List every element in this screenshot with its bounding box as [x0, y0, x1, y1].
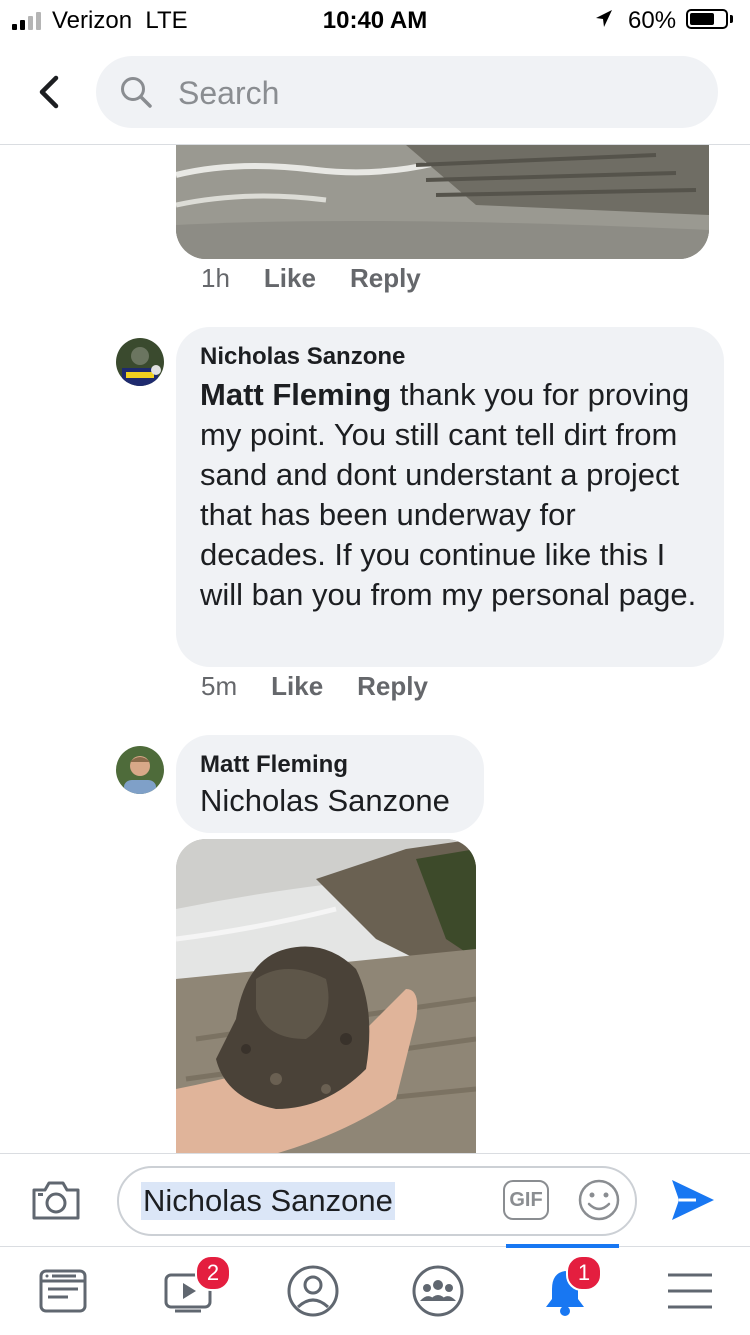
reply-button[interactable]: Reply: [357, 671, 428, 702]
search-bar[interactable]: [96, 56, 718, 128]
send-button[interactable]: [668, 1176, 718, 1224]
camera-button[interactable]: [30, 1178, 82, 1222]
search-header: [0, 40, 750, 145]
send-icon: [672, 1180, 714, 1220]
avatar[interactable]: [116, 338, 164, 386]
gif-button[interactable]: GIF: [503, 1180, 549, 1220]
battery-icon: [686, 9, 728, 29]
battery-tip: [730, 15, 733, 23]
chevron-left-icon: [39, 75, 59, 109]
tab-menu[interactable]: [625, 1247, 750, 1335]
mention-link[interactable]: Matt Fleming: [200, 377, 391, 412]
reply-button[interactable]: Reply: [350, 263, 421, 294]
profile-icon: [287, 1265, 339, 1317]
comment-bubble[interactable]: Matt Fleming Nicholas Sanzone: [176, 735, 484, 833]
status-bar: Verizon LTE 10:40 AM 60%: [0, 0, 750, 40]
comment-composer: Nicholas Sanzone GIF: [0, 1153, 750, 1246]
tab-profile[interactable]: [250, 1247, 375, 1335]
comment-input[interactable]: Nicholas Sanzone GIF: [117, 1166, 637, 1236]
search-icon: [121, 77, 152, 108]
battery-percent: 60%: [628, 7, 677, 34]
comment-time: 1h: [201, 263, 230, 293]
emoji-icon[interactable]: [577, 1178, 621, 1222]
groups-icon: [412, 1265, 464, 1317]
comment-actions: 1h Like Reply: [201, 263, 421, 294]
menu-icon: [668, 1273, 712, 1309]
back-button[interactable]: [30, 70, 70, 114]
tab-watch[interactable]: 2: [125, 1247, 250, 1335]
comment-actions: 5m Like Reply: [201, 671, 428, 702]
camera-icon: [32, 1181, 80, 1220]
location-arrow-icon: [594, 8, 614, 37]
comment-text[interactable]: Nicholas Sanzone: [200, 781, 460, 821]
like-button[interactable]: Like: [264, 263, 316, 294]
tab-notifications[interactable]: 1: [500, 1244, 625, 1335]
bottom-tab-bar: 2 1: [0, 1244, 750, 1335]
watch-badge: 2: [195, 1255, 231, 1291]
like-button[interactable]: Like: [271, 671, 323, 702]
comment-text: Matt Fleming thank you for proving my po…: [200, 377, 697, 612]
comment-photo-sand-in-hand[interactable]: [176, 839, 476, 1153]
comment-thread[interactable]: 1h Like Reply Nicholas Sanzone Matt Flem…: [0, 145, 750, 1153]
comment-author[interactable]: Nicholas Sanzone: [200, 343, 700, 371]
comment-time: 5m: [201, 671, 238, 701]
tab-news-feed[interactable]: [0, 1247, 125, 1335]
comment-input-text[interactable]: Nicholas Sanzone: [141, 1182, 395, 1220]
search-input[interactable]: [176, 68, 680, 118]
comment-photo-beach[interactable]: [176, 145, 709, 259]
news-feed-icon: [39, 1269, 87, 1313]
comment-bubble[interactable]: Nicholas Sanzone Matt Fleming thank you …: [176, 327, 724, 667]
active-tab-indicator: [506, 1244, 619, 1248]
avatar[interactable]: [116, 746, 164, 794]
comment-author[interactable]: Matt Fleming: [200, 751, 460, 779]
notifications-badge: 1: [566, 1255, 602, 1291]
tab-groups[interactable]: [375, 1247, 500, 1335]
